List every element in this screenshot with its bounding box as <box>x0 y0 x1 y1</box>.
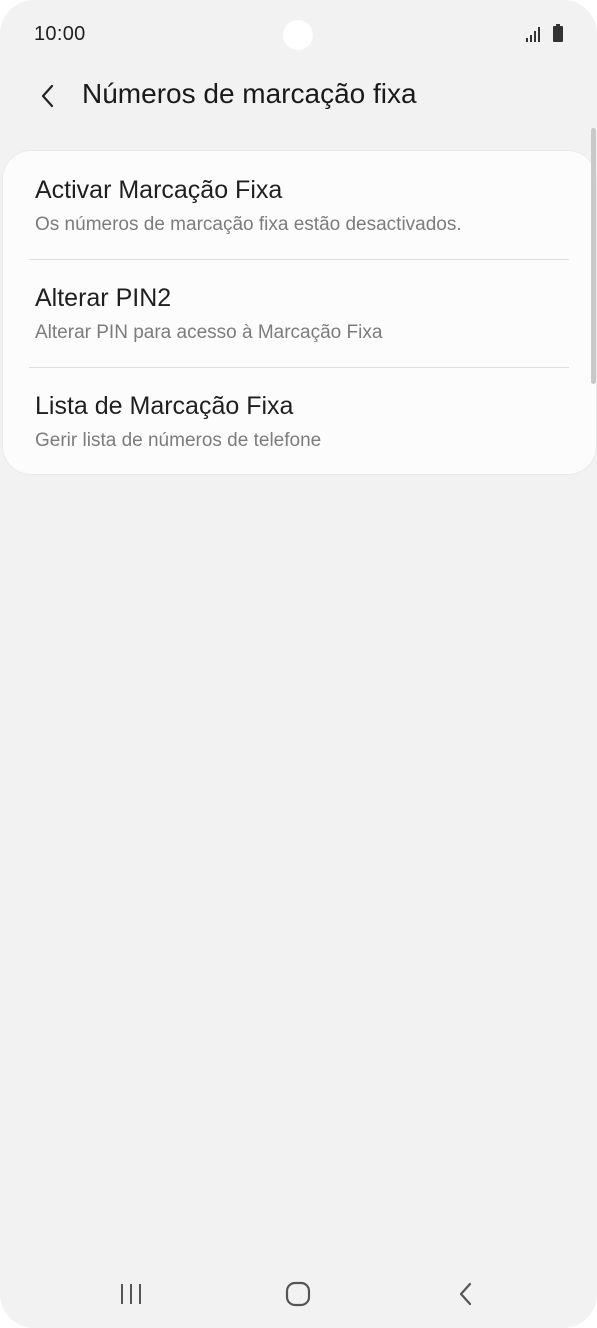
scrollbar[interactable] <box>591 128 596 384</box>
back-icon <box>459 1282 472 1306</box>
enable-fixed-dialing-item[interactable]: Activar Marcação Fixa Os números de marc… <box>3 151 596 258</box>
nav-bar <box>0 1262 597 1328</box>
item-subtitle: Gerir lista de números de telefone <box>35 430 322 451</box>
recents-icon <box>121 1284 141 1304</box>
status-time: 10:00 <box>34 23 86 45</box>
settings-card: Activar Marcação Fixa Os números de marc… <box>3 151 596 474</box>
back-button[interactable] <box>28 74 68 118</box>
item-title: Activar Marcação Fixa <box>35 176 283 204</box>
status-bar: 10:00 <box>0 0 597 70</box>
battery-icon <box>553 24 563 42</box>
item-title: Alterar PIN2 <box>35 284 172 312</box>
recents-button[interactable] <box>101 1274 161 1314</box>
nav-back-button[interactable] <box>436 1274 496 1314</box>
page-title: Números de marcação fixa <box>82 78 417 109</box>
item-title: Lista de Marcação Fixa <box>35 392 294 420</box>
camera-cutout <box>283 20 313 50</box>
chevron-left-icon <box>41 84 54 108</box>
item-subtitle: Os números de marcação fixa estão desact… <box>35 214 462 235</box>
fixed-dialing-list-item[interactable]: Lista de Marcação Fixa Gerir lista de nú… <box>3 368 596 475</box>
app-header: Números de marcação fixa <box>0 70 597 130</box>
signal-icon <box>526 27 540 42</box>
home-button[interactable] <box>268 1274 328 1314</box>
home-icon <box>285 1281 311 1307</box>
change-pin2-item[interactable]: Alterar PIN2 Alterar PIN para acesso à M… <box>3 260 596 367</box>
item-subtitle: Alterar PIN para acesso à Marcação Fixa <box>35 322 383 343</box>
phone-screen: 10:00 Números de marcação fixa Activar M… <box>0 0 597 1328</box>
